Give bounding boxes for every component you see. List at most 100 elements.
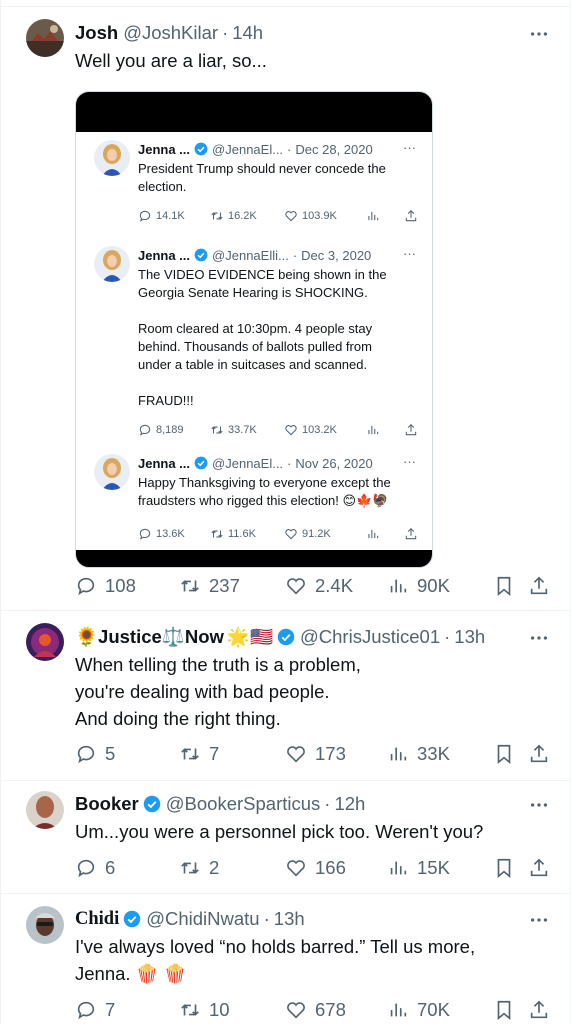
like-button[interactable]: 166 <box>285 855 346 881</box>
tweet-actions: 6 2 166 15K <box>75 855 552 881</box>
timestamp[interactable]: 13h <box>454 626 485 648</box>
timeline-feed: Josh @JoshKilar · 14h Well you are a lia… <box>0 0 571 1024</box>
like-button[interactable]: 2.4K <box>285 573 353 599</box>
post-date: Nov 26, 2020 <box>295 455 373 471</box>
avatar <box>94 246 130 282</box>
tweet-josh[interactable]: Josh @JoshKilar · 14h Well you are a lia… <box>1 6 571 610</box>
embedded-post-actions: 14.1K 16.2K 103.9K <box>138 209 420 225</box>
tweet-text: I've always loved “no holds barred.” Tel… <box>75 933 552 987</box>
text-line: fraudsters who rigged this election! 😊🍁🦃 <box>138 493 389 508</box>
views-button[interactable]: 70K <box>387 997 450 1023</box>
more-options-icon[interactable] <box>528 23 550 45</box>
reply-icon <box>139 210 151 222</box>
separator-dot: · <box>222 22 229 43</box>
reply-count: 5 <box>105 743 116 764</box>
tweet-justice-now[interactable]: 🌻 Justice ⚖️ Now 🌟🇺🇸 @ChrisJustice01 · 1… <box>1 610 571 780</box>
views-icon <box>390 1003 407 1017</box>
retweet-button[interactable]: 2 <box>179 855 219 881</box>
display-name: Jenna ... <box>138 455 191 471</box>
views-count: 15K <box>417 857 450 878</box>
display-name[interactable]: Chidi <box>75 909 119 930</box>
like-count: 2.4K <box>315 575 354 596</box>
user-handle[interactable]: @BookerSparticus <box>166 793 321 815</box>
text-line: election. <box>138 179 187 194</box>
retweet-count: 2 <box>209 857 220 878</box>
embedded-screenshot: Jenna ... @JennaEl... · Dec 28, 2020 ···… <box>76 132 432 550</box>
more-options-icon[interactable] <box>528 627 550 649</box>
display-name[interactable]: Josh <box>75 22 118 44</box>
reply-icon <box>77 859 95 878</box>
tweet-chidi[interactable]: Chidi @ChidiNwatu · 13h I've always love… <box>1 893 571 1024</box>
user-handle[interactable]: @ChidiNwatu <box>146 908 259 930</box>
views-count: 33K <box>417 743 450 764</box>
reply-icon <box>77 1001 95 1020</box>
bookmark-icon <box>497 1000 511 1021</box>
text-line: Room cleared at 10:30pm. 4 people stay <box>138 321 373 336</box>
reply-button[interactable]: 5 <box>75 741 115 767</box>
avatar[interactable] <box>26 19 64 57</box>
like-count-value: 91.2K <box>302 528 331 540</box>
user-handle[interactable]: @JoshKilar <box>123 22 218 44</box>
retweet-count-value: 33.7K <box>228 424 257 436</box>
avatar-jenna-image <box>94 140 130 176</box>
retweet-button[interactable]: 10 <box>179 997 230 1023</box>
share-icon <box>404 209 422 223</box>
like-count: 103.9K <box>284 209 337 223</box>
reply-button[interactable]: 6 <box>75 855 115 881</box>
avatar[interactable] <box>26 623 64 661</box>
like-button[interactable]: 678 <box>285 997 346 1023</box>
tweet-booker[interactable]: Booker @BookerSparticus · 12h Um...you w… <box>1 780 571 893</box>
tweet-text-line: Well you are a liar, so... <box>75 50 267 71</box>
retweet-icon <box>181 862 199 874</box>
more-options-icon[interactable] <box>528 794 550 816</box>
retweet-button[interactable]: 7 <box>179 741 219 767</box>
views-button[interactable]: 33K <box>387 741 450 767</box>
embedded-image[interactable]: Jenna ... @JennaEl... · Dec 28, 2020 ···… <box>75 91 433 568</box>
timestamp[interactable]: 12h <box>334 793 365 815</box>
verified-badge-icon <box>123 910 141 928</box>
views-button[interactable]: 15K <box>387 855 450 881</box>
display-name[interactable]: 🌻 Justice ⚖️ Now 🌟🇺🇸 <box>75 626 273 648</box>
embedded-post-actions: 13.6K 11.6K 91.2K <box>138 527 420 543</box>
more-options-icon: ··· <box>403 140 416 155</box>
share-button[interactable] <box>528 741 550 767</box>
reply-count: 108 <box>105 575 136 596</box>
bookmark-button[interactable] <box>493 997 515 1023</box>
like-count-value: 103.9K <box>302 210 337 222</box>
share-button[interactable] <box>528 855 550 881</box>
avatar-booker-image <box>26 791 64 829</box>
tweet-actions: 7 10 678 70K <box>75 997 552 1023</box>
reply-button[interactable]: 108 <box>75 573 136 599</box>
user-handle[interactable]: @ChrisJustice01 <box>300 626 440 648</box>
text-line <box>138 374 420 392</box>
avatar-jenna-image <box>94 454 130 490</box>
timestamp[interactable]: 13h <box>274 908 305 930</box>
bookmark-button[interactable] <box>493 855 515 881</box>
like-count-value: 103.2K <box>302 424 337 436</box>
reply-count: 6 <box>105 857 116 878</box>
bookmark-button[interactable] <box>493 741 515 767</box>
reply-count: 7 <box>105 999 116 1020</box>
like-button[interactable]: 173 <box>285 741 346 767</box>
reply-button[interactable]: 7 <box>75 997 115 1023</box>
share-icon <box>530 744 548 763</box>
tweet-text-line: I've always loved “no holds barred.” Tel… <box>75 936 476 957</box>
more-options-icon[interactable] <box>528 909 550 931</box>
timestamp[interactable]: 14h <box>232 22 263 44</box>
views-button[interactable]: 90K <box>387 573 450 599</box>
retweet-count-value: 11.6K <box>228 528 256 540</box>
embedded-post-header: Jenna ... @JennaEl... · Dec 28, 2020 <box>138 140 416 158</box>
bookmark-button[interactable] <box>493 573 515 599</box>
retweet-count: 7 <box>209 743 220 764</box>
tweet-header: Chidi @ChidiNwatu · 13h <box>75 907 550 931</box>
retweet-icon <box>181 1004 199 1016</box>
avatar[interactable] <box>26 791 64 829</box>
avatar[interactable] <box>26 906 64 944</box>
tweet-header: Josh @JoshKilar · 14h <box>75 21 550 45</box>
retweet-button[interactable]: 237 <box>179 573 240 599</box>
name-emoji-sunflower: 🌻 <box>75 626 99 647</box>
share-button[interactable] <box>528 997 550 1023</box>
tweet-text-line: When telling the truth is a problem, <box>75 654 361 675</box>
share-button[interactable] <box>528 573 550 599</box>
display-name[interactable]: Booker <box>75 793 139 815</box>
